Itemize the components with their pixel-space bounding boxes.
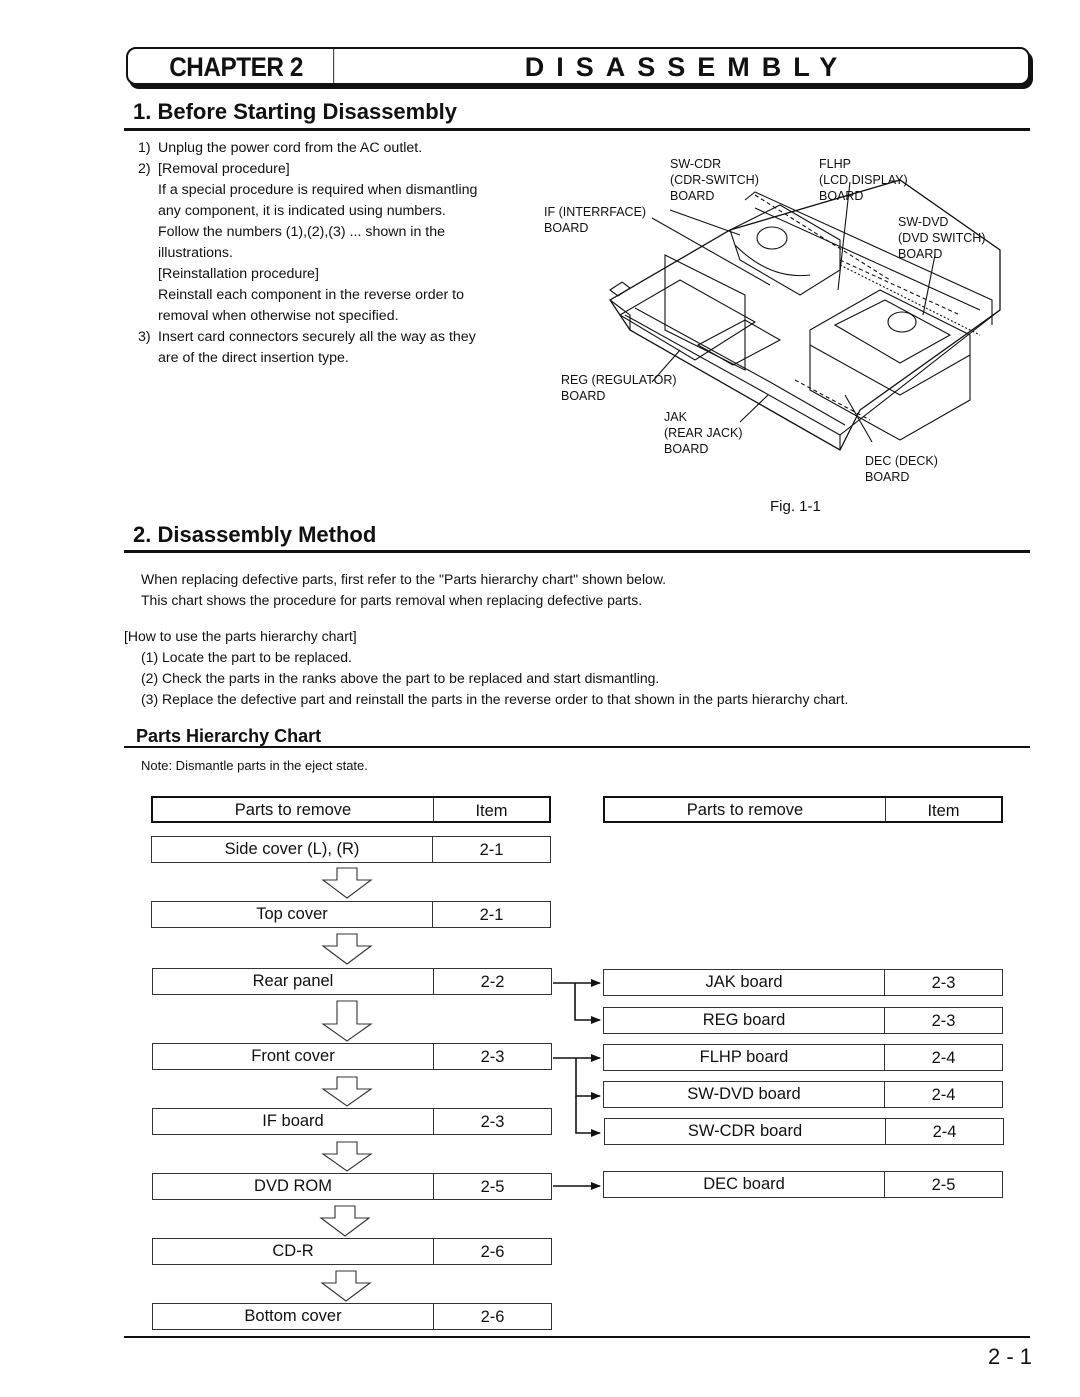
down-arrow-icon xyxy=(321,1000,373,1042)
down-arrow-icon xyxy=(321,1076,373,1107)
branch-arrow-sw-cdr xyxy=(575,1096,601,1137)
down-arrow-icon xyxy=(321,933,373,965)
branch-arrow-reg xyxy=(574,983,601,1024)
down-arrow-icon xyxy=(320,1270,372,1302)
branch-arrow-sw-dvd xyxy=(575,1058,601,1100)
down-arrow-icon xyxy=(319,1205,371,1237)
down-arrow-icon xyxy=(321,867,373,899)
footer-rule xyxy=(124,1336,1030,1338)
page-number: 2 - 1 xyxy=(987,1344,1032,1369)
hierarchy-connectors xyxy=(319,867,601,1302)
down-arrow-icon xyxy=(321,1141,373,1172)
